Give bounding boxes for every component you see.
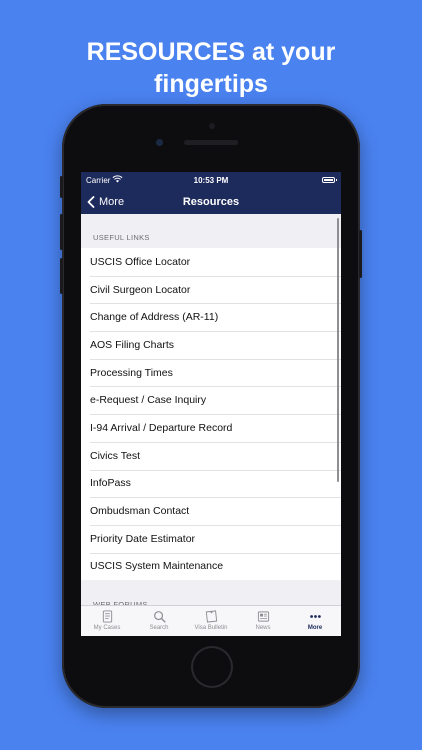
list-item-ombudsman-contact[interactable]: Ombudsman Contact [81, 497, 341, 525]
tab-label-visa-bulletin: Visa Bulletin [194, 625, 228, 631]
list-item-change-of-address[interactable]: Change of Address (AR-11) [81, 303, 341, 331]
phone-volume-up [60, 214, 63, 250]
phone-volume-down [60, 258, 63, 294]
list-item-uscis-office-locator[interactable]: USCIS Office Locator [81, 248, 341, 276]
search-icon [153, 611, 166, 623]
phone-mute-switch [60, 176, 63, 198]
tab-search[interactable]: Search [133, 606, 185, 636]
tab-label-my-cases: My Cases [93, 625, 121, 631]
tab-news[interactable]: News [237, 606, 289, 636]
tab-label-more: More [307, 625, 323, 631]
status-bar: Carrier 10:53 PM [81, 172, 341, 190]
home-button[interactable] [193, 648, 231, 686]
phone-sensor [209, 123, 215, 129]
headline-line-2: fingertips [154, 70, 268, 98]
more-dots-icon [309, 615, 321, 618]
scrollbar[interactable] [336, 218, 339, 482]
list-item-i94-record[interactable]: I-94 Arrival / Departure Record [81, 414, 341, 442]
newspaper-icon [257, 611, 269, 622]
tab-bar: My Cases Search Visa Bulletin News More [81, 605, 341, 636]
page-title: Resources [182, 196, 240, 208]
phone-camera [156, 139, 163, 146]
tab-visa-bulletin[interactable]: Visa Bulletin [185, 606, 237, 636]
document-icon [102, 610, 112, 623]
section-header-web-forums: WEB FORUMS [93, 600, 148, 605]
tab-my-cases[interactable]: My Cases [81, 606, 133, 636]
useful-links-list: USCIS Office Locator Civil Surgeon Locat… [81, 248, 341, 581]
app-screen: Carrier 10:53 PM More Resources USEFUL L… [81, 172, 341, 636]
list-item-aos-filing-charts[interactable]: AOS Filing Charts [81, 331, 341, 359]
list-item-priority-date-estimator[interactable]: Priority Date Estimator [81, 524, 341, 553]
list-item-uscis-system-maintenance[interactable]: USCIS System Maintenance [81, 552, 341, 581]
bulletin-icon [205, 610, 217, 623]
list-item-e-request[interactable]: e-Request / Case Inquiry [81, 386, 341, 414]
battery-tip [336, 179, 337, 181]
headline-line-1: RESOURCES at your [86, 38, 336, 66]
phone-power-button [359, 230, 362, 278]
battery-icon [322, 177, 335, 183]
tab-label-news: News [255, 625, 271, 631]
navigation-bar: More Resources [81, 190, 341, 214]
headline: RESOURCES at your fingertips [0, 36, 422, 100]
list-item-processing-times[interactable]: Processing Times [81, 358, 341, 387]
tab-label-search: Search [149, 625, 169, 631]
tab-more[interactable]: More [289, 606, 341, 636]
list-item-infopass[interactable]: InfoPass [81, 469, 341, 498]
list-item-civil-surgeon-locator[interactable]: Civil Surgeon Locator [81, 275, 341, 304]
clock: 10:53 PM [193, 176, 229, 185]
phone-speaker [184, 140, 238, 145]
resources-list[interactable]: USEFUL LINKS USCIS Office Locator Civil … [81, 214, 341, 605]
list-item-civics-test[interactable]: Civics Test [81, 441, 341, 470]
section-header-useful-links: USEFUL LINKS [93, 233, 150, 242]
